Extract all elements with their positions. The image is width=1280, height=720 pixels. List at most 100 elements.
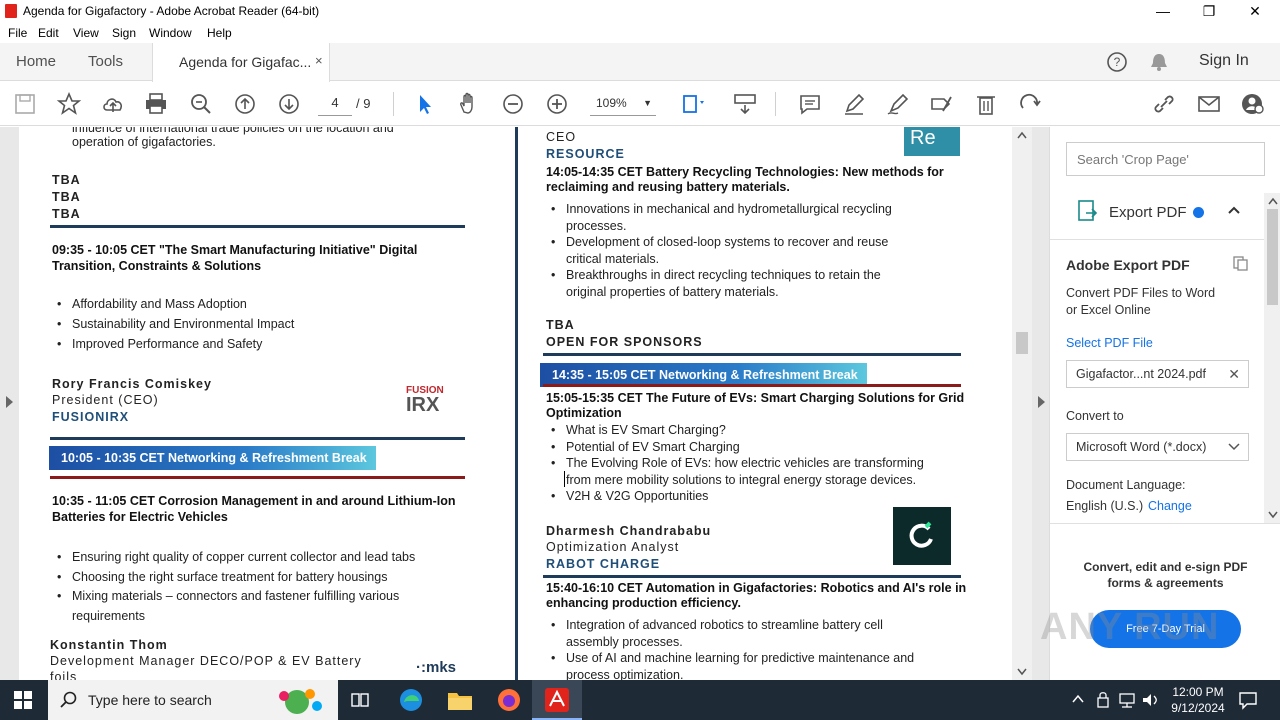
acrobat-taskbar-button[interactable] bbox=[532, 680, 582, 720]
bookmark-star-icon[interactable] bbox=[56, 91, 82, 117]
help-icon[interactable]: ? bbox=[1106, 51, 1128, 73]
scroll-down-icon[interactable] bbox=[1268, 511, 1278, 519]
email-icon[interactable] bbox=[1196, 91, 1222, 117]
document-viewport[interactable]: influence of international trade policie… bbox=[0, 127, 1049, 680]
upload-cloud-icon[interactable] bbox=[100, 91, 126, 117]
share-link-icon[interactable] bbox=[1151, 91, 1177, 117]
export-pdf-title[interactable]: Export PDF bbox=[1109, 204, 1187, 221]
right-panel-toggle[interactable] bbox=[1032, 127, 1049, 680]
minimize-button[interactable]: — bbox=[1140, 0, 1186, 22]
firefox-icon[interactable] bbox=[496, 687, 522, 713]
selected-file-field[interactable]: Gigafactor...nt 2024.pdf ✕ bbox=[1066, 360, 1249, 388]
section-divider bbox=[50, 476, 465, 479]
next-page-icon[interactable] bbox=[276, 91, 302, 117]
change-language-link[interactable]: Change bbox=[1148, 499, 1192, 513]
collapse-right-panel-icon[interactable] bbox=[1036, 395, 1046, 409]
zoom-in-icon[interactable] bbox=[544, 91, 570, 117]
scroll-up-icon[interactable] bbox=[1268, 197, 1278, 205]
export-description: Convert PDF Files to Word bbox=[1066, 286, 1216, 300]
panel-divider bbox=[1050, 239, 1264, 240]
tab-document[interactable]: Agenda for Gigafac... × bbox=[152, 43, 330, 82]
zoom-out-icon[interactable] bbox=[500, 91, 526, 117]
window-title: Agenda for Gigafactory - Adobe Acrobat R… bbox=[23, 4, 320, 18]
taskbar-search-box[interactable]: Type here to search bbox=[48, 680, 338, 720]
scrollbar-thumb[interactable] bbox=[1016, 332, 1028, 354]
menu-window[interactable]: Window bbox=[149, 26, 192, 40]
print-icon[interactable] bbox=[143, 91, 169, 117]
news-weather-icon[interactable] bbox=[262, 684, 332, 716]
trash-icon[interactable] bbox=[973, 91, 999, 117]
scroll-down-icon[interactable] bbox=[1017, 668, 1027, 676]
convert-format-select[interactable]: Microsoft Word (*.docx) bbox=[1066, 433, 1249, 461]
notification-bell-icon[interactable] bbox=[1148, 51, 1170, 73]
task-view-icon[interactable] bbox=[351, 691, 369, 709]
scroll-mode-icon[interactable] bbox=[732, 91, 758, 117]
tab-home[interactable]: Home bbox=[16, 53, 56, 70]
anyrun-watermark: ANY RUN bbox=[1040, 606, 1220, 648]
select-pdf-file-link[interactable]: Select PDF File bbox=[1066, 336, 1153, 350]
system-clock[interactable]: 12:00 PM 9/12/2024 bbox=[1160, 684, 1236, 716]
notification-center-icon[interactable] bbox=[1238, 690, 1258, 710]
fill-sign-icon[interactable] bbox=[929, 91, 955, 117]
speaker-role: foils bbox=[50, 670, 78, 680]
menu-sign[interactable]: Sign bbox=[112, 26, 136, 40]
file-explorer-icon[interactable] bbox=[447, 688, 473, 712]
maximize-button[interactable]: ❐ bbox=[1186, 0, 1232, 22]
highlight-pen-icon[interactable] bbox=[841, 91, 867, 117]
promo-text: Convert, edit and e-sign PDF bbox=[1083, 560, 1248, 574]
toolbar-divider bbox=[775, 92, 776, 116]
text-cursor-icon bbox=[564, 471, 566, 487]
page-fit-icon[interactable] bbox=[680, 91, 706, 117]
left-panel-toggle[interactable] bbox=[0, 127, 19, 680]
chevron-up-icon[interactable] bbox=[1072, 694, 1084, 704]
menu-edit[interactable]: Edit bbox=[38, 26, 59, 40]
zoom-search-icon[interactable] bbox=[188, 91, 214, 117]
comment-icon[interactable] bbox=[797, 91, 823, 117]
chevron-up-icon[interactable] bbox=[1227, 205, 1241, 215]
network-icon[interactable] bbox=[1118, 692, 1136, 708]
list-item-continuation: original properties of battery materials… bbox=[566, 285, 779, 299]
security-icon[interactable] bbox=[1096, 692, 1110, 708]
panel-scrollbar[interactable] bbox=[1264, 193, 1280, 523]
draw-sign-icon[interactable] bbox=[885, 91, 911, 117]
list-item: Development of closed-loop systems to re… bbox=[551, 234, 888, 251]
section-divider bbox=[543, 384, 961, 387]
speaker-role: Optimization Analyst bbox=[546, 540, 680, 554]
hand-tool-icon[interactable] bbox=[456, 91, 482, 117]
scroll-up-icon[interactable] bbox=[1017, 131, 1027, 139]
tba-label: TBA bbox=[52, 207, 81, 221]
previous-page-icon[interactable] bbox=[232, 91, 258, 117]
menu-view[interactable]: View bbox=[73, 26, 99, 40]
page-number-input[interactable]: 4 bbox=[318, 92, 352, 116]
sign-in-button[interactable]: Sign In bbox=[1199, 52, 1249, 70]
menu-bar: File Edit View Sign Window Help bbox=[0, 22, 1280, 43]
scrollbar-thumb[interactable] bbox=[1267, 209, 1278, 305]
document-scrollbar[interactable] bbox=[1012, 127, 1032, 680]
section-divider bbox=[50, 437, 465, 440]
page-total: / 9 bbox=[356, 96, 371, 111]
volume-icon[interactable] bbox=[1141, 692, 1159, 708]
close-window-button[interactable]: ✕ bbox=[1232, 0, 1278, 22]
session-title: Optimization bbox=[546, 406, 622, 420]
list-item: Sustainability and Environmental Impact bbox=[57, 316, 294, 333]
windows-start-icon[interactable] bbox=[14, 691, 32, 709]
expand-left-panel-icon[interactable] bbox=[4, 395, 14, 409]
select-cursor-icon[interactable] bbox=[412, 91, 438, 117]
taskbar-search-placeholder: Type here to search bbox=[88, 692, 212, 708]
account-search-icon[interactable] bbox=[1240, 91, 1266, 117]
crop-page-search-input[interactable]: Search 'Crop Page' bbox=[1066, 142, 1265, 176]
tab-tools[interactable]: Tools bbox=[88, 53, 123, 70]
rotate-icon[interactable] bbox=[1017, 91, 1043, 117]
menu-help[interactable]: Help bbox=[207, 26, 232, 40]
menu-file[interactable]: File bbox=[8, 26, 27, 40]
convert-to-label: Convert to bbox=[1066, 409, 1124, 423]
list-item: Breakthroughs in direct recycling techni… bbox=[551, 267, 881, 284]
save-icon[interactable] bbox=[12, 91, 38, 117]
close-tab-icon[interactable]: × bbox=[315, 53, 323, 68]
remove-file-icon[interactable]: ✕ bbox=[1228, 366, 1240, 383]
edge-browser-icon[interactable] bbox=[398, 687, 424, 713]
list-item-continuation: process optimization. bbox=[566, 668, 684, 680]
toolbar-divider bbox=[393, 92, 394, 116]
zoom-level-select[interactable]: 109% ▼ bbox=[590, 92, 656, 116]
export-heading: Adobe Export PDF bbox=[1066, 257, 1190, 273]
